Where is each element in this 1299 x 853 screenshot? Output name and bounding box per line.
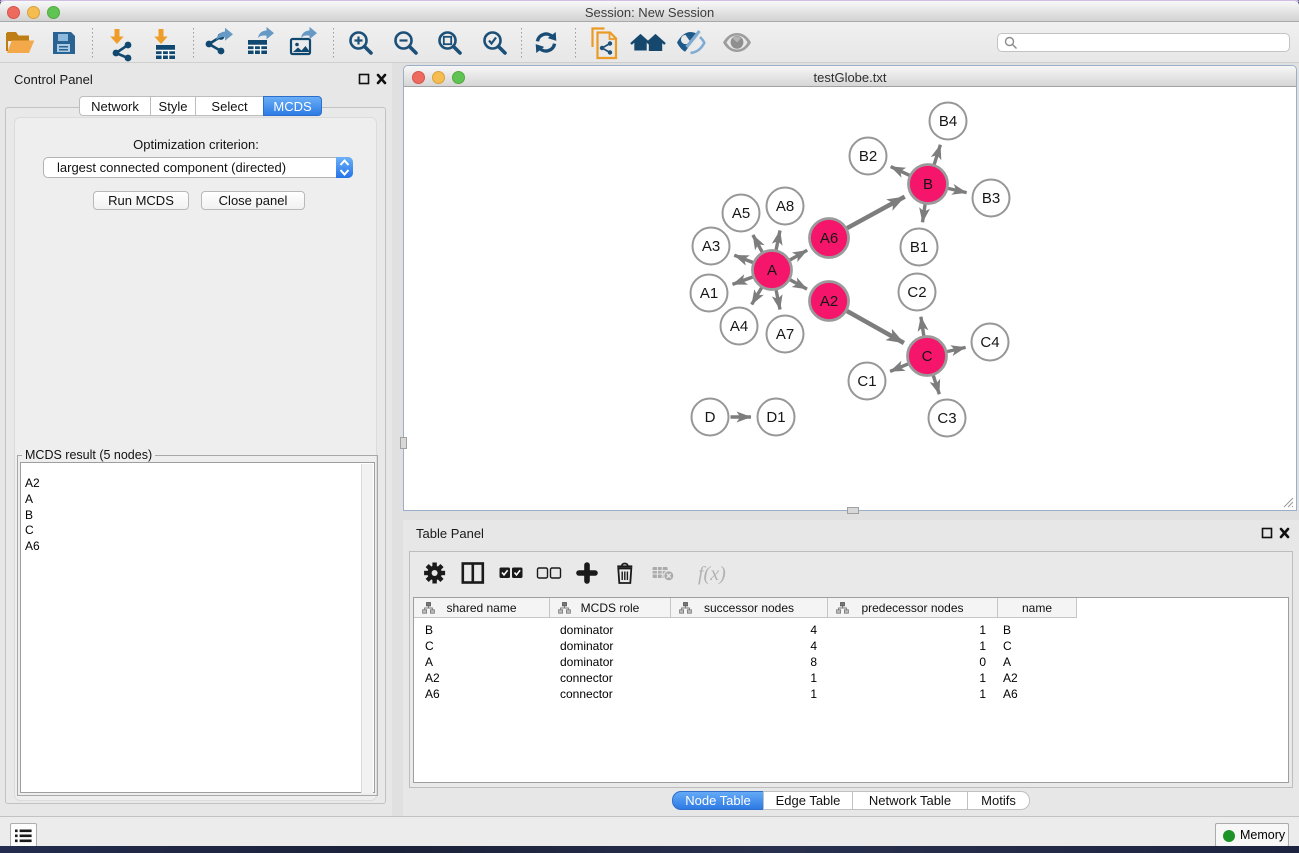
svg-text:A2: A2 [820,293,838,310]
svg-text:A: A [767,262,777,279]
svg-text:A1: A1 [700,285,718,302]
svg-text:C1: C1 [857,373,876,390]
svg-text:C3: C3 [937,410,956,427]
svg-text:A5: A5 [732,205,750,222]
svg-text:A8: A8 [776,198,794,215]
svg-text:D1: D1 [766,409,785,426]
svg-text:A3: A3 [702,238,720,255]
svg-text:B1: B1 [910,239,928,256]
svg-text:B4: B4 [939,113,957,130]
svg-text:B: B [923,176,933,193]
svg-text:A7: A7 [776,326,794,343]
svg-text:A4: A4 [730,318,748,335]
svg-text:C4: C4 [980,334,999,351]
svg-text:B2: B2 [859,148,877,165]
svg-text:C: C [922,348,933,365]
svg-text:f(x): f(x) [698,563,726,585]
svg-text:D: D [705,409,716,426]
svg-text:A6: A6 [820,230,838,247]
svg-text:B3: B3 [982,190,1000,207]
svg-text:C2: C2 [907,284,926,301]
